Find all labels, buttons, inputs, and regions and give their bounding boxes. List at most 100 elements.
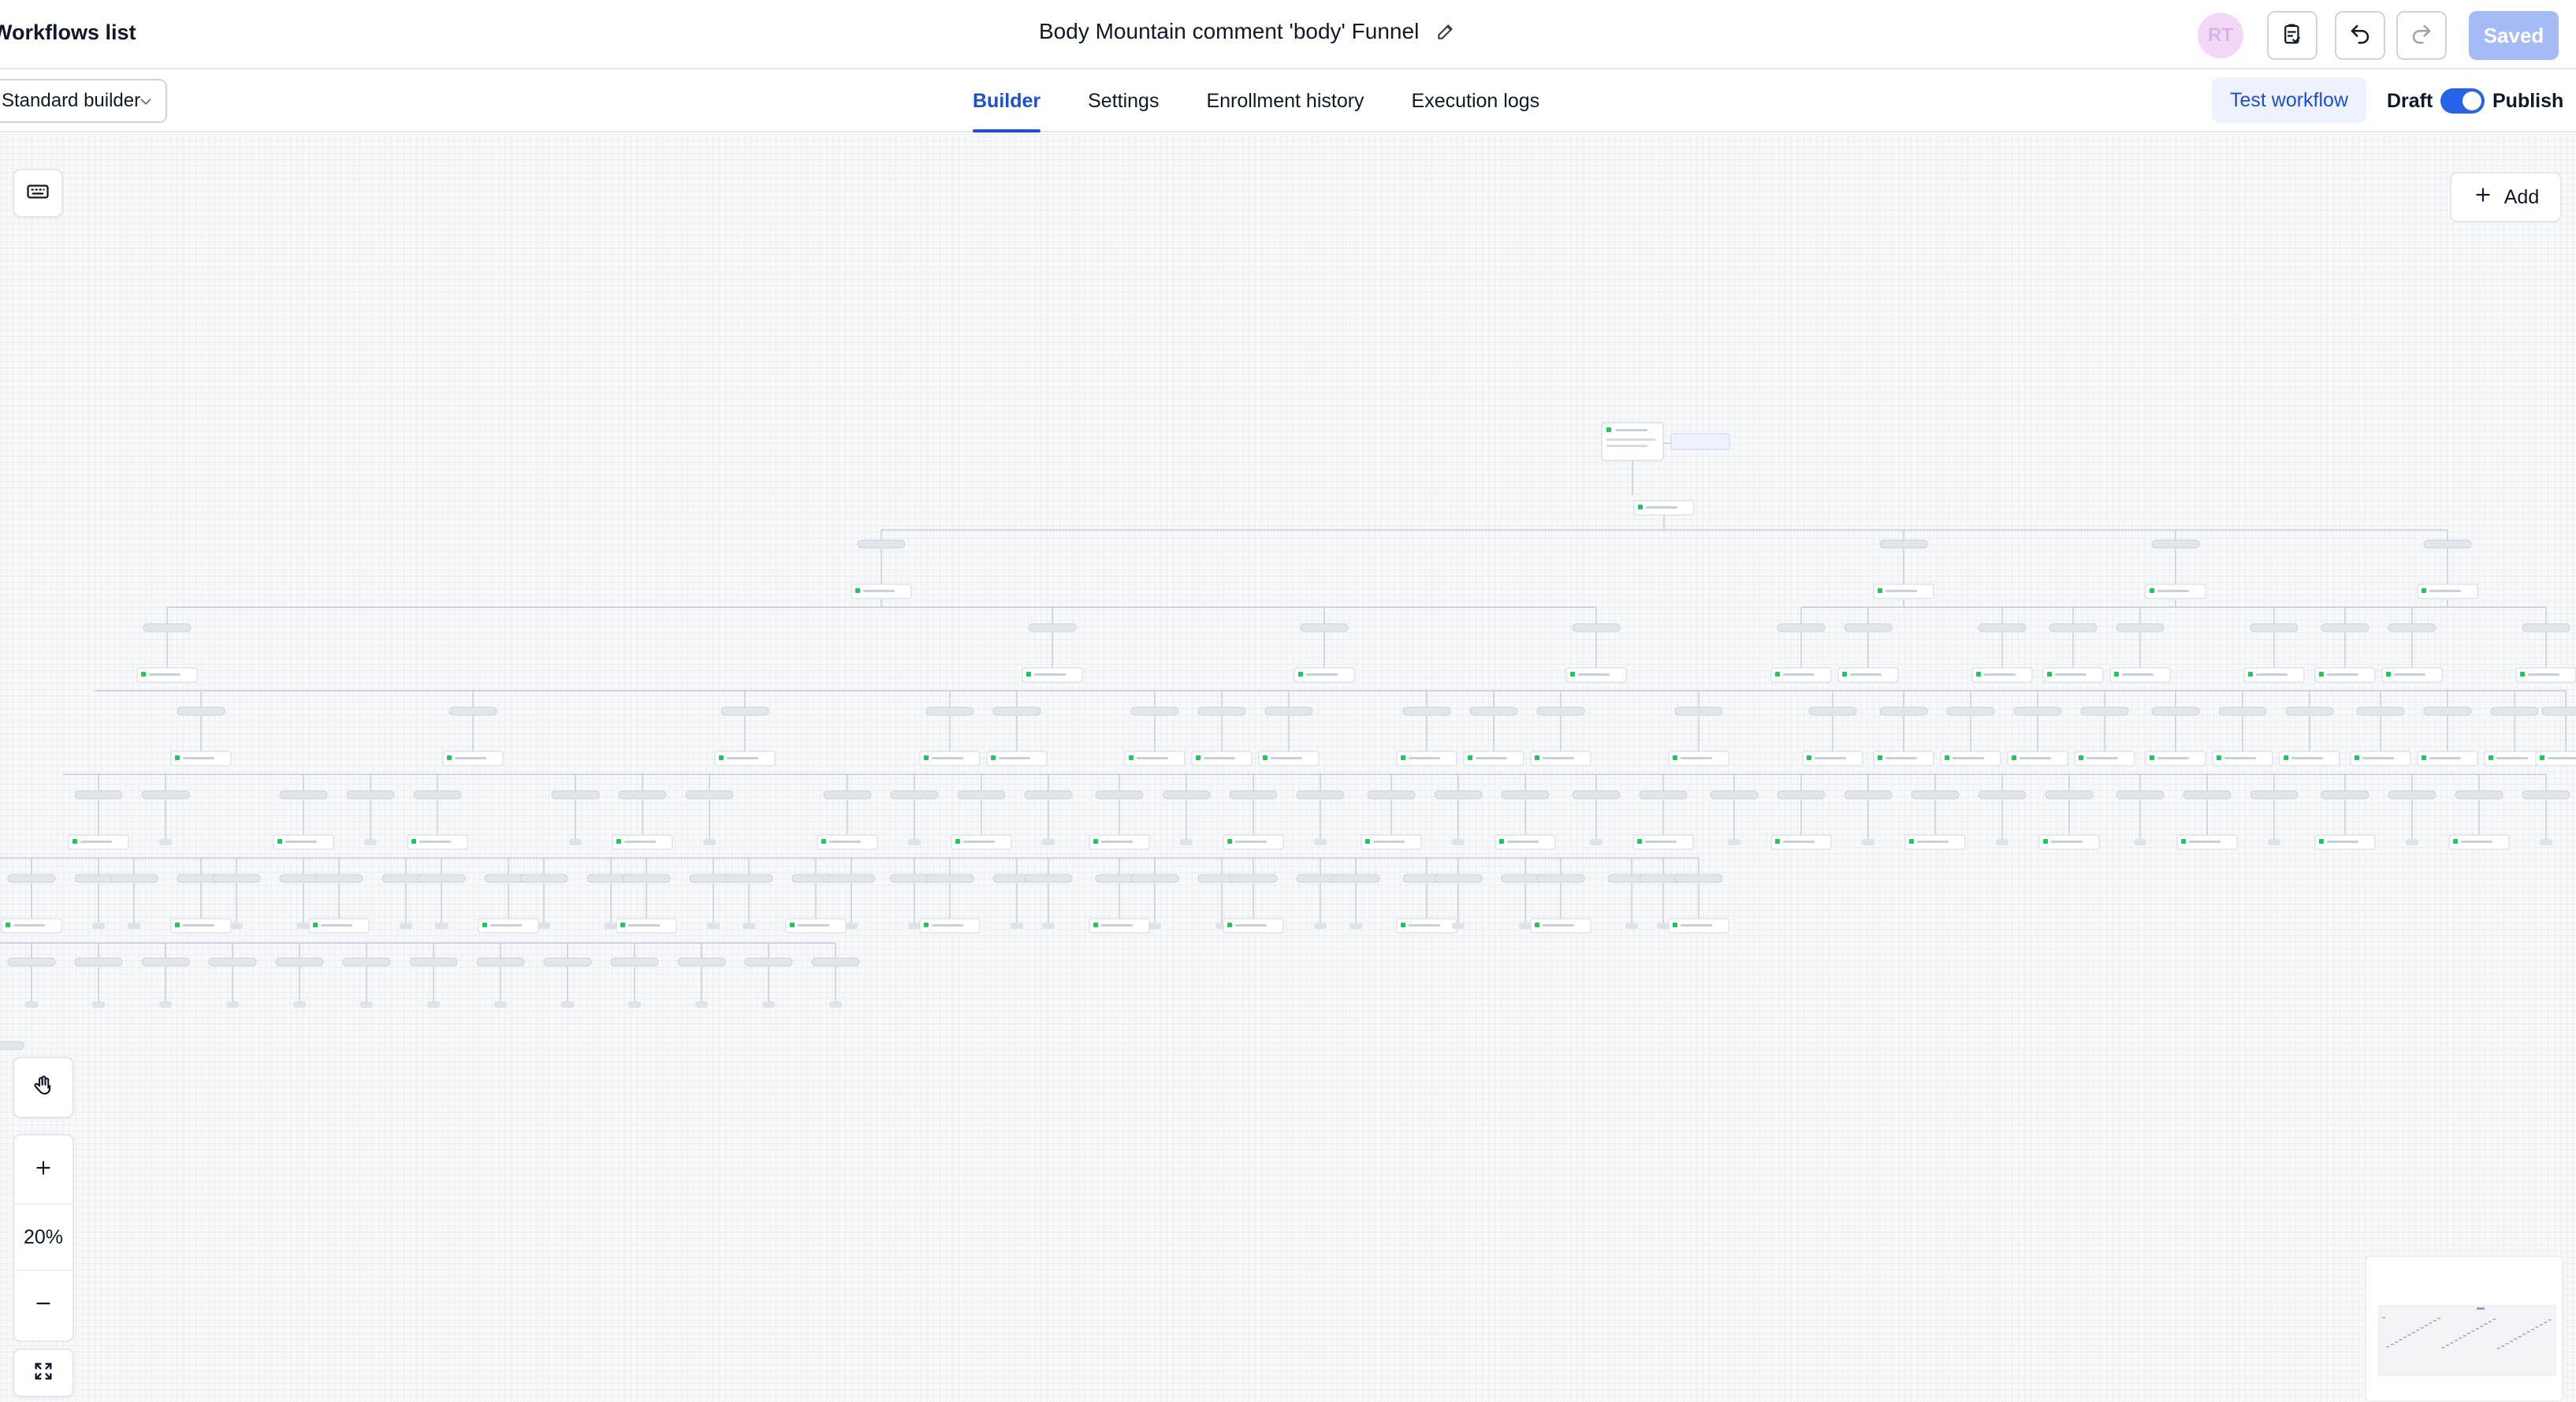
end-marker — [226, 1001, 239, 1008]
end-marker — [1519, 923, 1532, 929]
branch-label — [2151, 539, 2200, 549]
branch-label — [413, 790, 462, 800]
end-marker — [762, 1001, 775, 1008]
test-workflow-button[interactable]: Test workflow — [2212, 77, 2366, 123]
branch-label — [519, 874, 568, 883]
action-node-icon — [1196, 755, 1201, 760]
action-node-icon — [2150, 588, 2154, 593]
branch-label — [1229, 874, 1278, 883]
action-node-text — [1646, 506, 1677, 509]
trigger-node-text — [1606, 445, 1647, 447]
canvas-minimap[interactable] — [2365, 1255, 2563, 1402]
plus-icon — [2473, 185, 2493, 211]
end-marker — [845, 923, 858, 929]
end-marker — [25, 1001, 38, 1008]
branch-label — [1639, 790, 1688, 800]
action-node-text — [2256, 673, 2288, 676]
action-node-text — [1235, 924, 1267, 927]
builder-type-select[interactable]: Standard builder — [0, 79, 167, 123]
minimap-mark — [2518, 1336, 2522, 1337]
action-node-icon — [2453, 839, 2458, 844]
tab-execution-logs[interactable]: Execution logs — [1412, 69, 1540, 132]
zoom-out-button[interactable] — [14, 1271, 73, 1339]
action-node-text — [932, 757, 963, 759]
minimap-mark — [2420, 1327, 2424, 1329]
action-node-text — [1885, 590, 1917, 592]
minimap-mark — [2382, 1317, 2385, 1318]
workflow-title-group: Body Mountain comment 'body' Funnel — [1039, 19, 1458, 44]
checklist-button[interactable] — [2267, 11, 2317, 60]
branch-label — [1028, 623, 1077, 632]
action-node-icon — [2284, 755, 2288, 760]
action-node-text — [628, 924, 660, 927]
action-node-text — [1476, 757, 1507, 759]
user-avatar[interactable]: RT — [2198, 13, 2243, 58]
branch-label — [2522, 623, 2570, 632]
branch-label — [2183, 790, 2232, 800]
add-node-button[interactable]: Add — [2450, 172, 2562, 222]
end-marker — [1452, 839, 1465, 845]
fit-view-button[interactable] — [13, 1348, 74, 1397]
end-marker — [230, 923, 243, 929]
undo-button[interactable] — [2335, 11, 2385, 60]
action-node-text — [1645, 841, 1677, 843]
branch-label — [1130, 707, 1179, 716]
action-node-icon — [1842, 672, 1847, 677]
end-marker — [1590, 839, 1603, 845]
action-node-text — [2548, 757, 2576, 759]
branch-label — [1162, 790, 1211, 800]
keyboard-shortcuts-button[interactable] — [13, 169, 63, 218]
action-node-text — [1815, 757, 1846, 759]
tab-enrollment-history[interactable]: Enrollment history — [1206, 69, 1364, 132]
minus-icon — [33, 1293, 54, 1318]
action-node-text — [999, 757, 1030, 759]
branch-label — [1300, 623, 1349, 632]
action-node-icon — [991, 755, 996, 760]
minimap-mark — [2535, 1326, 2539, 1328]
saved-button[interactable]: Saved — [2469, 11, 2559, 60]
branch-label — [2388, 790, 2436, 800]
zoom-in-button[interactable] — [14, 1135, 73, 1203]
branch-label — [724, 874, 773, 883]
action-node-icon — [1093, 839, 1098, 844]
workflow-canvas[interactable]: Add 20% — [0, 134, 2576, 1402]
branch-label — [476, 957, 525, 967]
pencil-icon[interactable] — [1433, 19, 1458, 44]
action-node-icon — [1093, 923, 1098, 927]
minimap-mark — [2522, 1333, 2526, 1335]
minimap-mark — [2378, 1305, 2556, 1376]
publish-toggle[interactable] — [2440, 88, 2485, 114]
end-marker — [538, 923, 550, 929]
branch-label — [342, 957, 391, 967]
action-node-icon — [1570, 672, 1575, 677]
action-node-text — [1373, 841, 1405, 843]
back-to-workflows-link[interactable]: Workflows list — [0, 21, 144, 45]
trigger-node-text — [1606, 438, 1655, 441]
action-node-text — [798, 924, 829, 927]
end-marker — [364, 839, 377, 845]
branch-label — [2013, 707, 2062, 716]
branch-label — [110, 874, 158, 883]
action-node-text — [1409, 757, 1440, 759]
publish-label: Publish — [2492, 90, 2564, 112]
action-node-icon — [2047, 672, 2052, 677]
action-node-icon — [277, 839, 282, 844]
action-node-text — [2461, 841, 2492, 843]
action-node-text — [1543, 924, 1574, 927]
action-node-icon — [2520, 672, 2525, 677]
tab-settings[interactable]: Settings — [1088, 69, 1159, 132]
minimap-mark — [2505, 1343, 2509, 1344]
tab-builder[interactable]: Builder — [973, 69, 1041, 132]
branch-label — [2116, 623, 2165, 632]
branch-label — [1024, 790, 1073, 800]
pan-tool-button[interactable] — [13, 1057, 74, 1118]
action-node-icon — [1535, 755, 1539, 760]
branch-label — [2423, 539, 2472, 549]
minimap-mark — [2501, 1345, 2505, 1347]
redo-button[interactable] — [2396, 11, 2447, 60]
action-node-icon — [2355, 755, 2359, 760]
branch-label — [1710, 790, 1759, 800]
end-marker — [1314, 923, 1327, 929]
action-node-text — [1409, 924, 1440, 927]
action-node-icon — [482, 923, 487, 927]
